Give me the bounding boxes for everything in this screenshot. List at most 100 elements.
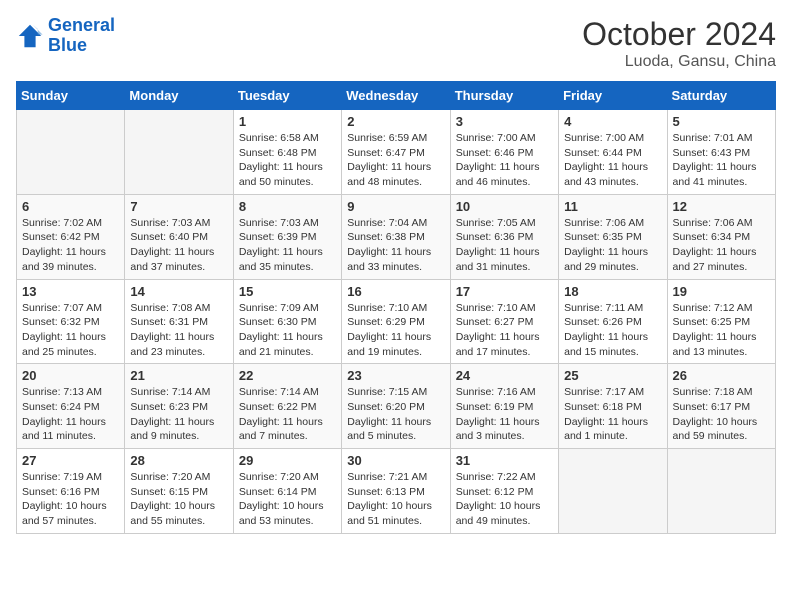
- cell-info: Sunrise: 7:20 AM Sunset: 6:14 PM Dayligh…: [239, 470, 336, 529]
- calendar-cell: 27 Sunrise: 7:19 AM Sunset: 6:16 PM Dayli…: [17, 449, 125, 534]
- day-number: 11: [564, 199, 661, 214]
- cell-info: Sunrise: 7:19 AM Sunset: 6:16 PM Dayligh…: [22, 470, 119, 529]
- calendar-cell: 16Sunrise: 7:10 AM Sunset: 6:29 PM Dayli…: [342, 279, 450, 364]
- day-number: 3: [456, 114, 553, 129]
- cell-info: Sunrise: 7:02 AM Sunset: 6:42 PM Dayligh…: [22, 216, 119, 275]
- calendar-cell: 4 Sunrise: 7:00 AM Sunset: 6:44 PM Daylig…: [559, 110, 667, 195]
- calendar-cell: 5 Sunrise: 7:01 AM Sunset: 6:43 PM Daylig…: [667, 110, 775, 195]
- cell-info: Sunrise: 7:00 AM Sunset: 6:46 PM Dayligh…: [456, 131, 553, 190]
- calendar-cell: 11 Sunrise: 7:06 AM Sunset: 6:35 PM Dayli…: [559, 194, 667, 279]
- weekday-header-sunday: Sunday: [17, 82, 125, 110]
- day-number: 7: [130, 199, 227, 214]
- cell-info: Sunrise: 7:09 AM Sunset: 6:30 PM Dayligh…: [239, 301, 336, 360]
- day-number: 1: [239, 114, 336, 129]
- calendar-cell: 7 Sunrise: 7:03 AM Sunset: 6:40 PM Daylig…: [125, 194, 233, 279]
- calendar-cell: 25Sunrise: 7:17 AM Sunset: 6:18 PM Dayli…: [559, 364, 667, 449]
- day-number: 31: [456, 453, 553, 468]
- calendar-cell: 19Sunrise: 7:12 AM Sunset: 6:25 PM Dayli…: [667, 279, 775, 364]
- logo: General Blue: [16, 16, 115, 56]
- cell-info: Sunrise: 7:06 AM Sunset: 6:35 PM Dayligh…: [564, 216, 661, 275]
- cell-info: Sunrise: 7:01 AM Sunset: 6:43 PM Dayligh…: [673, 131, 770, 190]
- calendar-cell: 8 Sunrise: 7:03 AM Sunset: 6:39 PM Daylig…: [233, 194, 341, 279]
- calendar-cell: 26 Sunrise: 7:18 AM Sunset: 6:17 PM Dayli…: [667, 364, 775, 449]
- cell-info: Sunrise: 7:13 AM Sunset: 6:24 PM Dayligh…: [22, 385, 119, 444]
- calendar-body: 1 Sunrise: 6:58 AM Sunset: 6:48 PM Daylig…: [17, 110, 776, 534]
- cell-info: Sunrise: 7:11 AM Sunset: 6:26 PM Dayligh…: [564, 301, 661, 360]
- calendar-cell: 22Sunrise: 7:14 AM Sunset: 6:22 PM Dayli…: [233, 364, 341, 449]
- day-number: 15: [239, 284, 336, 299]
- cell-info: Sunrise: 7:00 AM Sunset: 6:44 PM Dayligh…: [564, 131, 661, 190]
- day-number: 21: [130, 368, 227, 383]
- cell-info: Sunrise: 7:16 AM Sunset: 6:19 PM Dayligh…: [456, 385, 553, 444]
- cell-info: Sunrise: 7:03 AM Sunset: 6:40 PM Dayligh…: [130, 216, 227, 275]
- day-number: 13: [22, 284, 119, 299]
- calendar-cell: [559, 449, 667, 534]
- calendar-week-row: 20Sunrise: 7:13 AM Sunset: 6:24 PM Dayli…: [17, 364, 776, 449]
- location: Luoda, Gansu, China: [582, 53, 776, 71]
- day-number: 26: [673, 368, 770, 383]
- cell-info: Sunrise: 7:03 AM Sunset: 6:39 PM Dayligh…: [239, 216, 336, 275]
- calendar: SundayMondayTuesdayWednesdayThursdayFrid…: [16, 81, 776, 534]
- cell-info: Sunrise: 7:20 AM Sunset: 6:15 PM Dayligh…: [130, 470, 227, 529]
- calendar-cell: [17, 110, 125, 195]
- day-number: 17: [456, 284, 553, 299]
- weekday-header-saturday: Saturday: [667, 82, 775, 110]
- calendar-week-row: 27 Sunrise: 7:19 AM Sunset: 6:16 PM Dayli…: [17, 449, 776, 534]
- day-number: 6: [22, 199, 119, 214]
- calendar-cell: [125, 110, 233, 195]
- cell-info: Sunrise: 6:59 AM Sunset: 6:47 PM Dayligh…: [347, 131, 444, 190]
- calendar-cell: 10 Sunrise: 7:05 AM Sunset: 6:36 PM Dayli…: [450, 194, 558, 279]
- calendar-cell: 1 Sunrise: 6:58 AM Sunset: 6:48 PM Daylig…: [233, 110, 341, 195]
- weekday-header-row: SundayMondayTuesdayWednesdayThursdayFrid…: [17, 82, 776, 110]
- cell-info: Sunrise: 7:05 AM Sunset: 6:36 PM Dayligh…: [456, 216, 553, 275]
- calendar-cell: 3 Sunrise: 7:00 AM Sunset: 6:46 PM Daylig…: [450, 110, 558, 195]
- weekday-header-thursday: Thursday: [450, 82, 558, 110]
- logo-icon: [16, 22, 44, 50]
- calendar-cell: 12Sunrise: 7:06 AM Sunset: 6:34 PM Dayli…: [667, 194, 775, 279]
- day-number: 5: [673, 114, 770, 129]
- day-number: 18: [564, 284, 661, 299]
- cell-info: Sunrise: 7:22 AM Sunset: 6:12 PM Dayligh…: [456, 470, 553, 529]
- logo-line1: General: [48, 15, 115, 35]
- logo-text: General Blue: [48, 16, 115, 56]
- cell-info: Sunrise: 7:10 AM Sunset: 6:27 PM Dayligh…: [456, 301, 553, 360]
- calendar-cell: 2Sunrise: 6:59 AM Sunset: 6:47 PM Daylig…: [342, 110, 450, 195]
- calendar-header: SundayMondayTuesdayWednesdayThursdayFrid…: [17, 82, 776, 110]
- cell-info: Sunrise: 7:17 AM Sunset: 6:18 PM Dayligh…: [564, 385, 661, 444]
- calendar-cell: 20Sunrise: 7:13 AM Sunset: 6:24 PM Dayli…: [17, 364, 125, 449]
- cell-info: Sunrise: 7:06 AM Sunset: 6:34 PM Dayligh…: [673, 216, 770, 275]
- day-number: 8: [239, 199, 336, 214]
- calendar-cell: 9Sunrise: 7:04 AM Sunset: 6:38 PM Daylig…: [342, 194, 450, 279]
- calendar-cell: 17 Sunrise: 7:10 AM Sunset: 6:27 PM Dayli…: [450, 279, 558, 364]
- calendar-cell: 23 Sunrise: 7:15 AM Sunset: 6:20 PM Dayli…: [342, 364, 450, 449]
- day-number: 10: [456, 199, 553, 214]
- cell-info: Sunrise: 7:14 AM Sunset: 6:22 PM Dayligh…: [239, 385, 336, 444]
- day-number: 27: [22, 453, 119, 468]
- day-number: 28: [130, 453, 227, 468]
- calendar-cell: 21 Sunrise: 7:14 AM Sunset: 6:23 PM Dayli…: [125, 364, 233, 449]
- day-number: 16: [347, 284, 444, 299]
- weekday-header-tuesday: Tuesday: [233, 82, 341, 110]
- calendar-cell: 13Sunrise: 7:07 AM Sunset: 6:32 PM Dayli…: [17, 279, 125, 364]
- logo-line2: Blue: [48, 35, 87, 55]
- cell-info: Sunrise: 7:04 AM Sunset: 6:38 PM Dayligh…: [347, 216, 444, 275]
- calendar-cell: 28 Sunrise: 7:20 AM Sunset: 6:15 PM Dayli…: [125, 449, 233, 534]
- cell-info: Sunrise: 7:21 AM Sunset: 6:13 PM Dayligh…: [347, 470, 444, 529]
- day-number: 23: [347, 368, 444, 383]
- calendar-week-row: 1 Sunrise: 6:58 AM Sunset: 6:48 PM Daylig…: [17, 110, 776, 195]
- day-number: 19: [673, 284, 770, 299]
- day-number: 30: [347, 453, 444, 468]
- cell-info: Sunrise: 7:14 AM Sunset: 6:23 PM Dayligh…: [130, 385, 227, 444]
- weekday-header-wednesday: Wednesday: [342, 82, 450, 110]
- day-number: 14: [130, 284, 227, 299]
- day-number: 24: [456, 368, 553, 383]
- cell-info: Sunrise: 7:08 AM Sunset: 6:31 PM Dayligh…: [130, 301, 227, 360]
- day-number: 29: [239, 453, 336, 468]
- cell-info: Sunrise: 7:18 AM Sunset: 6:17 PM Dayligh…: [673, 385, 770, 444]
- calendar-cell: 30 Sunrise: 7:21 AM Sunset: 6:13 PM Dayli…: [342, 449, 450, 534]
- day-number: 4: [564, 114, 661, 129]
- cell-info: Sunrise: 7:15 AM Sunset: 6:20 PM Dayligh…: [347, 385, 444, 444]
- cell-info: Sunrise: 6:58 AM Sunset: 6:48 PM Dayligh…: [239, 131, 336, 190]
- calendar-week-row: 6 Sunrise: 7:02 AM Sunset: 6:42 PM Daylig…: [17, 194, 776, 279]
- calendar-cell: 31 Sunrise: 7:22 AM Sunset: 6:12 PM Dayli…: [450, 449, 558, 534]
